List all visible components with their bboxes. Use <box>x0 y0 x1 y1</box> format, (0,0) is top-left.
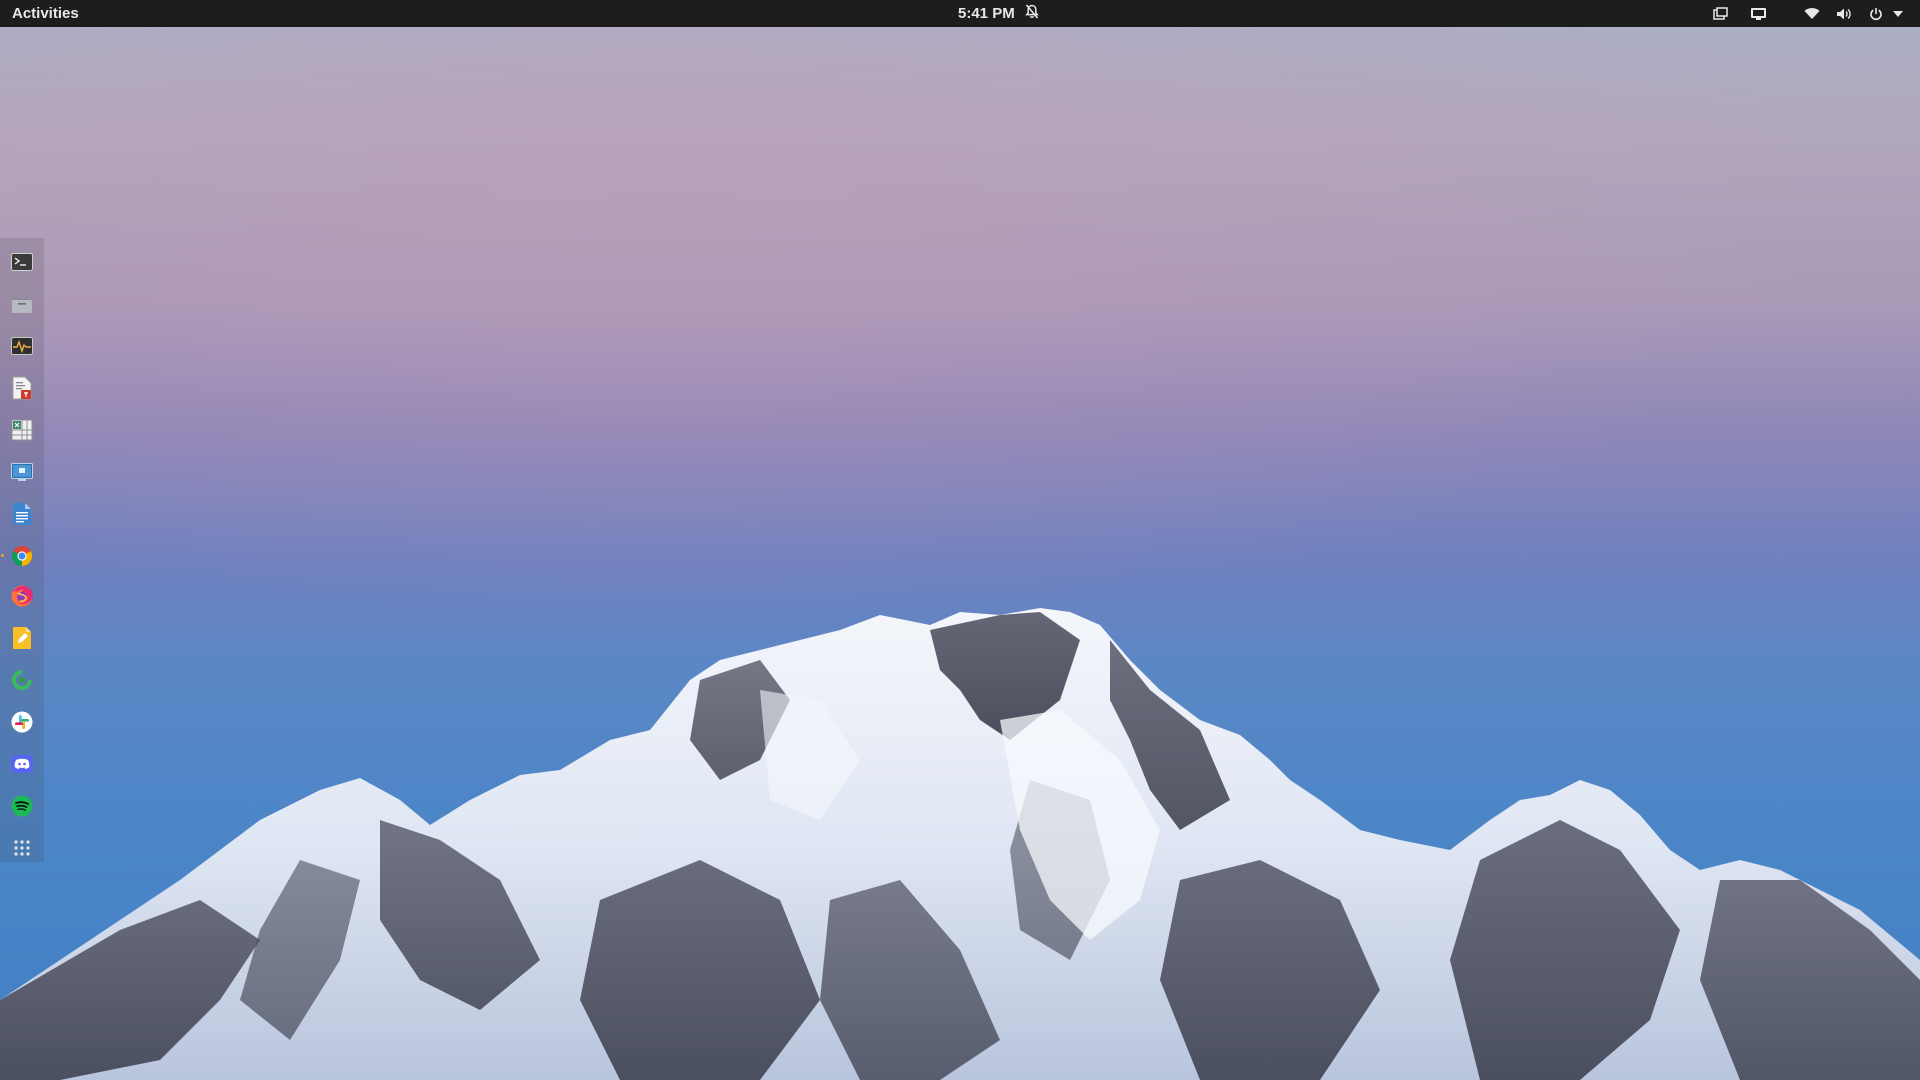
folder-icon <box>12 297 32 313</box>
spotify-icon <box>11 795 33 817</box>
system-tray <box>1700 0 1904 27</box>
bell-muted-icon <box>1025 4 1039 23</box>
app-grid-icon <box>14 840 30 856</box>
dock-item-spreadsheet[interactable] <box>6 414 38 446</box>
discord-icon <box>11 755 33 773</box>
dock-item-green-app[interactable] <box>6 664 38 696</box>
show-applications-button[interactable] <box>6 832 38 864</box>
display-icon[interactable] <box>1746 0 1770 27</box>
activities-button[interactable]: Activities <box>12 0 79 27</box>
power-icon[interactable] <box>1864 0 1888 27</box>
top-bar: Activities 5:41 PM <box>0 0 1920 27</box>
dock-item-remote-desktop[interactable] <box>6 456 38 488</box>
dock <box>0 238 44 862</box>
desktop-wallpaper <box>0 0 1920 1080</box>
running-indicator <box>1 554 4 557</box>
mountain-wallpaper-image <box>0 0 1920 1080</box>
terminal-icon <box>11 253 33 271</box>
dock-item-spotify[interactable] <box>6 790 38 822</box>
dock-item-files[interactable] <box>6 288 38 320</box>
dock-item-firefox[interactable] <box>6 580 38 612</box>
dock-item-slack[interactable] <box>6 706 38 738</box>
system-monitor-icon <box>11 337 33 355</box>
clock: 5:41 PM <box>958 5 1015 22</box>
notes-icon <box>13 627 31 649</box>
pdf-document-icon <box>12 376 32 400</box>
green-circle-icon <box>12 670 32 690</box>
remote-desktop-icon <box>11 463 33 481</box>
dock-item-chrome[interactable] <box>6 540 38 572</box>
text-document-icon <box>13 503 31 525</box>
slack-icon <box>11 711 33 733</box>
dock-item-system-monitor[interactable] <box>6 330 38 362</box>
dock-item-notes[interactable] <box>6 622 38 654</box>
dock-item-document-viewer[interactable] <box>6 372 38 404</box>
clock-menu[interactable]: 5:41 PM <box>958 0 1039 27</box>
chrome-icon <box>11 546 33 567</box>
firefox-icon <box>11 585 34 607</box>
volume-icon[interactable] <box>1832 0 1856 27</box>
screenshot-icon[interactable] <box>1708 0 1732 27</box>
dock-item-terminal[interactable] <box>6 246 38 278</box>
chevron-down-icon[interactable] <box>1892 0 1904 27</box>
dock-item-discord[interactable] <box>6 748 38 780</box>
spreadsheet-icon <box>11 419 33 441</box>
dock-item-text-editor[interactable] <box>6 498 38 530</box>
wifi-icon[interactable] <box>1800 0 1824 27</box>
